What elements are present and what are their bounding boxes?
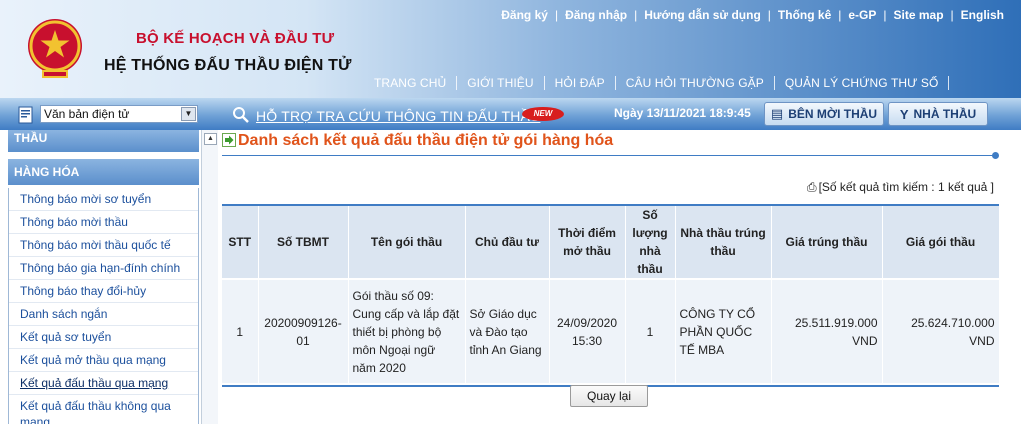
link-login[interactable]: Đăng nhập [558, 8, 634, 22]
nav-home[interactable]: TRANG CHỦ [364, 76, 456, 90]
sidebar-item-change-cancel[interactable]: Thông báo thay đổi-hủy [9, 280, 198, 303]
new-badge: NEW [522, 107, 564, 121]
header: BỘ KẾ HOẠCH VÀ ĐẦU TƯ HỆ THỐNG ĐẤU THẦU … [0, 0, 1021, 98]
col-package: Tên gói thầu [348, 206, 466, 279]
link-user-guide[interactable]: Hướng dẫn sử dụng [637, 8, 768, 22]
link-statistics[interactable]: Thống kê [771, 8, 838, 22]
col-opening: Thời điểm mở thầu [549, 206, 626, 279]
col-winning-price: Giá trúng thầu [771, 206, 883, 279]
col-bidders: Số lượng nhà thầu [625, 206, 676, 279]
cell-package-price: 25.624.710.000 VND [882, 278, 1000, 383]
scroll-up-icon[interactable]: ▲ [204, 133, 217, 145]
title-divider-dot [992, 152, 999, 159]
sidebar-item-offline-bid-result[interactable]: Kết quả đấu thầu không qua mạng [9, 395, 198, 424]
cell-bidders: 1 [625, 278, 676, 383]
sidebar: THẦU HÀNG HÓA Thông báo mời sơ tuyển Thô… [8, 130, 199, 424]
ministry-name: BỘ KẾ HOẠCH VÀ ĐẦU TƯ [136, 30, 335, 47]
current-date: Ngày 13/11/2021 18:9:45 [614, 106, 751, 120]
sidebar-item-online-bid-result[interactable]: Kết quả đấu thầu qua mạng [9, 372, 198, 395]
bid-solicitor-label: BÊN MỜI THẦU [788, 107, 878, 121]
cell-package: Gói thầu số 09: Cung cấp và lắp đặt thiế… [348, 278, 466, 383]
document-type-value: Văn bản điện tử [44, 107, 130, 121]
link-sitemap[interactable]: Site map [887, 8, 951, 22]
back-button[interactable]: Quay lại [570, 385, 648, 407]
cell-investor: Sở Giáo dục và Đào tạo tỉnh An Giang [465, 278, 550, 383]
col-investor: Chủ đầu tư [465, 206, 550, 279]
book-icon: ▤ [770, 106, 784, 121]
contractor-button[interactable]: Y NHÀ THẦU [888, 102, 988, 126]
document-icon [18, 106, 33, 124]
sidebar-item-shortlist[interactable]: Danh sách ngắn [9, 303, 198, 326]
link-egp[interactable]: e-GP [841, 8, 883, 22]
link-english[interactable]: English [954, 8, 1011, 22]
sub-bar: Văn bản điện tử ▼ HỖ TRỢ TRA CỨU THÔNG T… [0, 98, 1021, 130]
main-content: Danh sách kết quả đấu thầu điện tử gói h… [222, 130, 1021, 424]
sidebar-category-goods[interactable]: HÀNG HÓA [8, 159, 199, 185]
bid-solicitor-button[interactable]: ▤ BÊN MỜI THẦU [764, 102, 884, 126]
link-register[interactable]: Đăng ký [494, 8, 555, 22]
arrow-right-icon [222, 133, 236, 147]
print-icon: ⎙ [806, 180, 817, 194]
nav-cert-management[interactable]: QUẢN LÝ CHỨNG THƯ SỐ [775, 76, 949, 90]
contractor-label: NHÀ THẦU [913, 107, 977, 121]
document-type-select[interactable]: Văn bản điện tử ▼ [40, 105, 198, 123]
results-table: STT Số TBMT Tên gói thầu Chủ đầu tư Thời… [222, 204, 1000, 387]
result-count: ⎙ [Số kết quả tìm kiếm : 1 kết quả ] [807, 180, 994, 195]
result-count-text: [Số kết quả tìm kiếm : 1 kết quả ] [818, 180, 994, 194]
search-icon [233, 107, 249, 123]
sprout-icon: Y [899, 106, 909, 122]
main-nav: TRANG CHỦ GIỚI THIỆU HỎI ĐÁP CÂU HỎI THƯ… [364, 74, 950, 92]
sidebar-item-international-bid-invitation[interactable]: Thông báo mời thầu quốc tế [9, 234, 198, 257]
sidebar-item-prequalification-notice[interactable]: Thông báo mời sơ tuyển [9, 188, 198, 211]
sidebar-scrollbar[interactable]: ▲ [201, 130, 218, 424]
cell-stt: 1 [222, 278, 259, 383]
chevron-down-icon[interactable]: ▼ [181, 107, 196, 121]
col-winner: Nhà thầu trúng thầu [675, 206, 772, 279]
col-stt: STT [222, 206, 259, 279]
top-links: Đăng ký | Đăng nhập | Hướng dẫn sử dụng | T… [494, 7, 1011, 23]
table-row: 1 20200909126-01 Gói thầu số 09: Cung cấ… [222, 278, 1000, 383]
cell-tbmt-link[interactable]: 20200909126-01 [258, 278, 349, 383]
col-tbmt: Số TBMT [258, 206, 349, 279]
sidebar-item-online-opening-result[interactable]: Kết quả mở thầu qua mạng [9, 349, 198, 372]
system-name: HỆ THỐNG ĐẤU THẦU ĐIỆN TỬ [104, 57, 352, 74]
nav-qa[interactable]: HỎI ĐÁP [545, 76, 615, 90]
cell-winner-link[interactable]: CÔNG TY CỔ PHẦN QUỐC TẾ MBA [675, 278, 772, 383]
support-lookup-link[interactable]: HỖ TRỢ TRA CỨU THÔNG TIN ĐẤU THẦU [256, 108, 540, 124]
title-divider [222, 155, 996, 156]
col-package-price: Giá gói thầu [882, 206, 1000, 279]
nav-faq[interactable]: CÂU HỎI THƯỜNG GẶP [616, 76, 774, 90]
sidebar-item-prequalification-result[interactable]: Kết quả sơ tuyển [9, 326, 198, 349]
sidebar-menu: Thông báo mời sơ tuyển Thông báo mời thầ… [8, 188, 199, 424]
sidebar-category-bidding[interactable]: THẦU [8, 130, 199, 152]
cell-winning-price: 25.511.919.000 VND [771, 278, 883, 383]
cell-opening: 24/09/2020 15:30 [549, 278, 626, 383]
nav-about[interactable]: GIỚI THIỆU [457, 76, 543, 90]
page-title: Danh sách kết quả đấu thầu điện tử gói h… [238, 132, 614, 149]
sidebar-item-extension-correction[interactable]: Thông báo gia hạn-đính chính [9, 257, 198, 280]
table-header-row: STT Số TBMT Tên gói thầu Chủ đầu tư Thời… [222, 206, 1000, 279]
sidebar-item-bid-invitation[interactable]: Thông báo mời thầu [9, 211, 198, 234]
national-emblem-icon [28, 19, 82, 78]
